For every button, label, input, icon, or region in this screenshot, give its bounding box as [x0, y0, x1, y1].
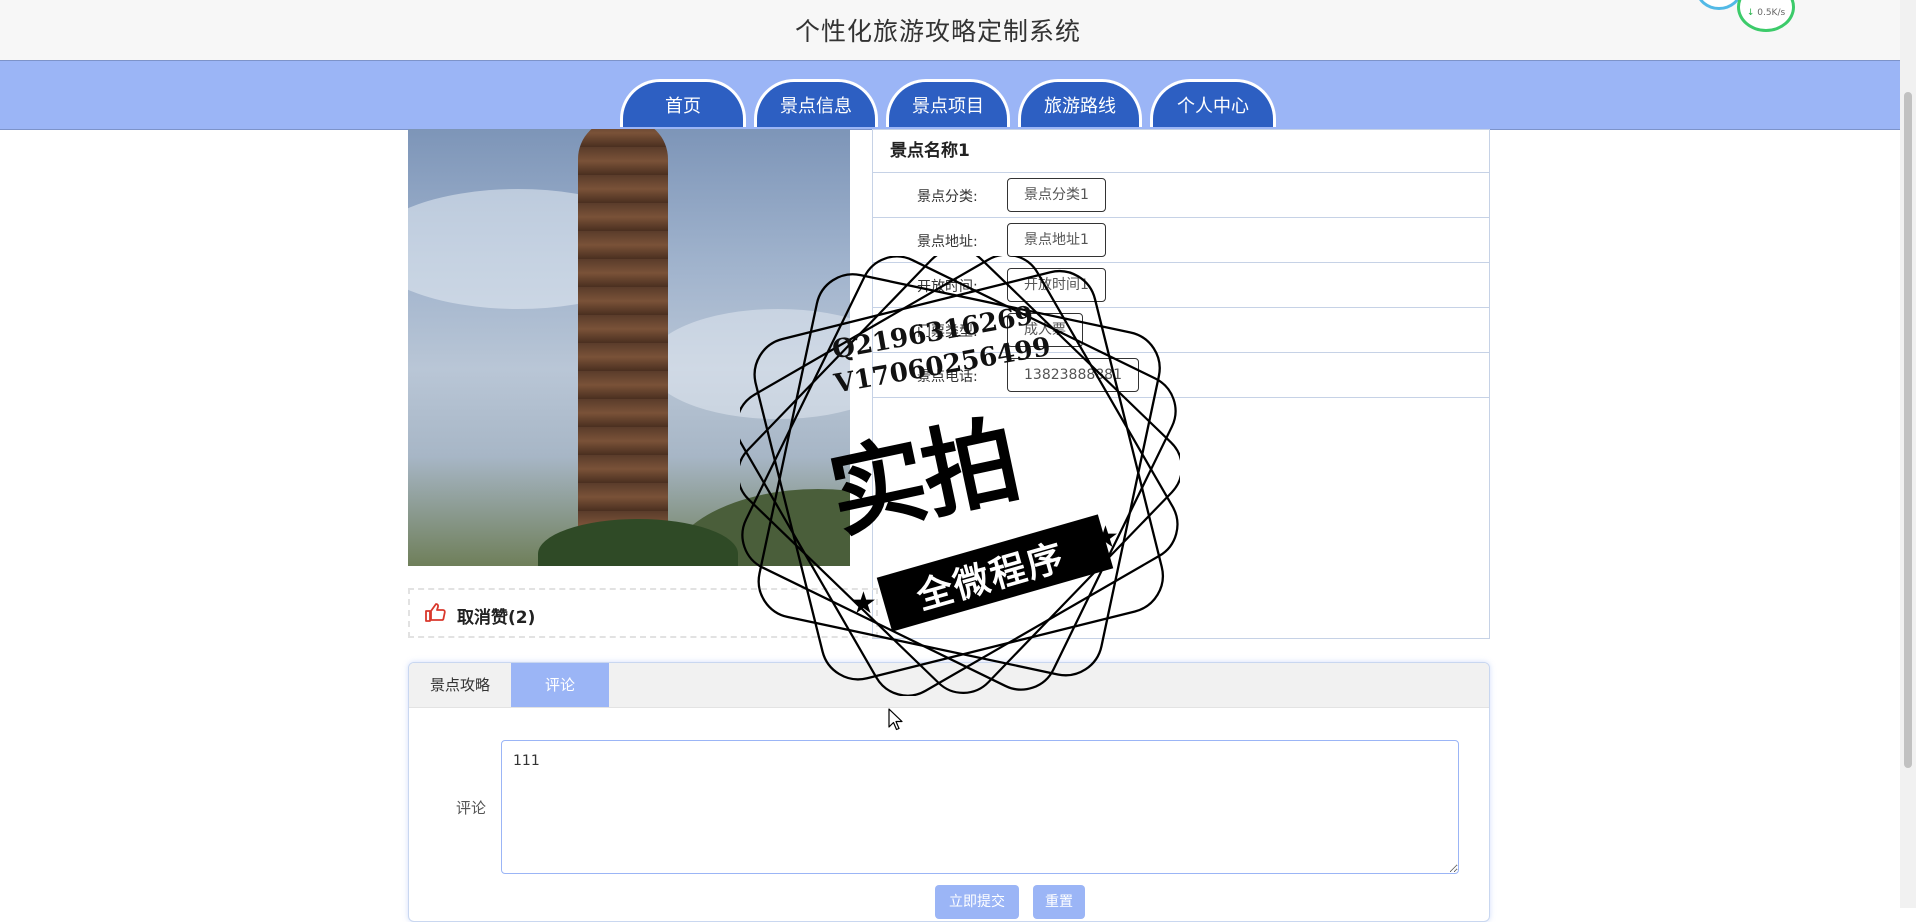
- reset-button[interactable]: 重置: [1033, 885, 1085, 919]
- vertical-scrollbar[interactable]: [1900, 0, 1916, 908]
- nav-item-routes[interactable]: 旅游路线: [1018, 79, 1142, 127]
- site-title: 个性化旅游攻略定制系统: [794, 17, 1081, 46]
- tab-bar: 景点攻略 评论: [409, 663, 1489, 708]
- unlike-label[interactable]: 取消赞(2): [457, 603, 535, 628]
- comment-textarea[interactable]: 111: [501, 740, 1459, 874]
- info-label: 景点分类:: [917, 189, 978, 205]
- comment-label: 评论: [456, 799, 487, 817]
- info-value: 景点分类1: [1007, 178, 1106, 212]
- main-nav: 首页 景点信息 景点项目 旅游路线 个人中心: [620, 79, 1276, 129]
- star-icon: ★: [1092, 520, 1119, 555]
- attraction-name: 景点名称1: [873, 130, 1489, 173]
- tab-guide[interactable]: 景点攻略: [409, 663, 511, 707]
- info-row-category: 景点分类: 景点分类1: [873, 173, 1489, 218]
- nav-item-projects[interactable]: 景点项目: [886, 79, 1010, 127]
- thumbs-up-icon: [425, 603, 446, 622]
- info-label: 开放时间:: [917, 279, 978, 295]
- nav-item-home[interactable]: 首页: [620, 79, 746, 127]
- scrollbar-thumb[interactable]: [1904, 92, 1912, 768]
- star-icon: ★: [850, 586, 877, 621]
- tab-comments[interactable]: 评论: [511, 663, 610, 707]
- submit-button[interactable]: 立即提交: [935, 885, 1019, 919]
- info-value: 开放时间1: [1007, 268, 1106, 302]
- top-bar: 个性化旅游攻略定制系统 ↓ 0.5K/s: [0, 0, 1900, 60]
- attraction-photo: [408, 129, 850, 566]
- network-rate: ↓ 0.5K/s: [1746, 8, 1786, 18]
- like-box[interactable]: 取消赞(2): [408, 588, 878, 638]
- info-row-address: 景点地址: 景点地址1: [873, 218, 1489, 263]
- info-row-open-time: 开放时间: 开放时间1: [873, 263, 1489, 308]
- detail-tabs: 景点攻略 评论 评论 111 立即提交 重置: [408, 662, 1490, 922]
- nav-bar: 首页 景点信息 景点项目 旅游路线 个人中心: [0, 60, 1900, 130]
- info-value: 景点地址1: [1007, 223, 1106, 257]
- nav-item-attractions[interactable]: 景点信息: [754, 79, 878, 127]
- nav-item-personal-center[interactable]: 个人中心: [1150, 79, 1276, 127]
- info-label: 景点地址:: [917, 234, 978, 250]
- cpu-widget-icon[interactable]: [1696, 0, 1742, 10]
- mouse-cursor-icon: [888, 708, 903, 731]
